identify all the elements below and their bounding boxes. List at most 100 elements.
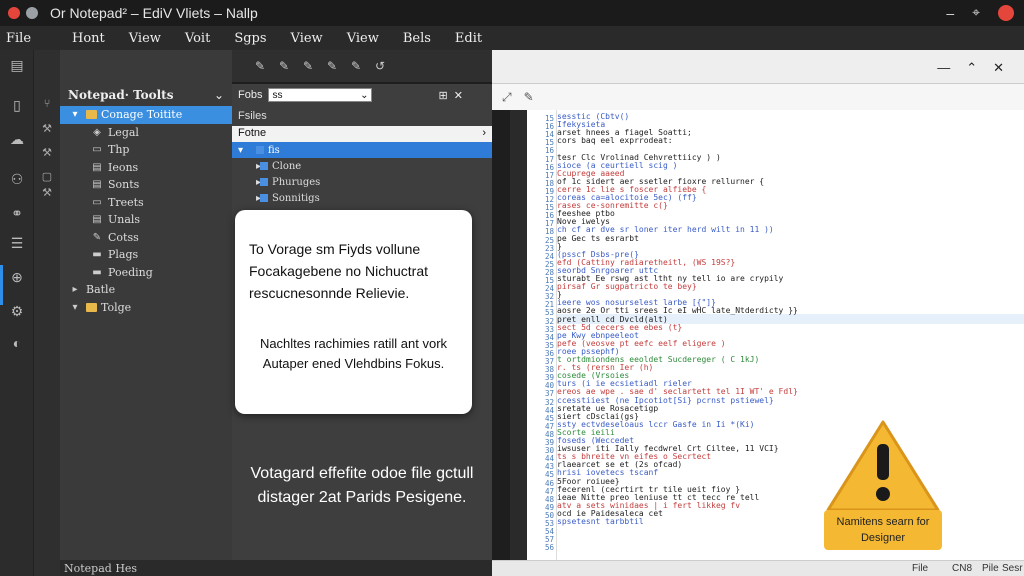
line-number: 56 [544, 543, 554, 553]
tree-item[interactable]: ▭ Thp [60, 141, 232, 159]
menu-item-edit[interactable]: Edit [443, 31, 494, 46]
file-tree: ▾ Conage Toitite ◈ Legal ▭ Thp ▤ Ieons ▤ Sonts ▭ Tr… [60, 106, 232, 316]
tree-item[interactable]: ▤ Unals [60, 211, 232, 229]
minimize-button[interactable]: – [946, 5, 954, 21]
menu-item-sgps[interactable]: Sgps [222, 31, 278, 46]
tree-item[interactable]: ▬ Plags [60, 246, 232, 264]
globe-icon[interactable]: ⊕ [8, 268, 26, 286]
status-item[interactable]: File [912, 563, 928, 574]
square-icon[interactable]: ▢ [40, 170, 54, 184]
editor-status-bar: File CN8 Pile Sesr [492, 560, 1024, 576]
tree-item[interactable]: ▬ Poeding [60, 264, 232, 282]
window-title: Or Notepad² – EdiV Vliets – Nallp [50, 5, 258, 21]
undo-icon[interactable]: ↺ [372, 58, 388, 74]
status-item[interactable]: CN8 [952, 563, 972, 574]
files-list-item[interactable]: ▸ Clone [232, 158, 492, 174]
pen-icon[interactable]: ✎ [324, 58, 340, 74]
editor-titlebar: — ⌃ ✕ [492, 50, 1024, 84]
grid-icon[interactable]: ⊞ [438, 89, 447, 102]
menu-item-file[interactable]: File [0, 31, 60, 46]
list-icon: ▤ [92, 161, 102, 173]
pen-icon[interactable]: ✎ [524, 90, 534, 104]
files-list-label: Clone [272, 160, 302, 172]
tool-column: ⑂ ⚒ ⚒ ▢ ⚒ [34, 50, 60, 576]
pen-icon[interactable]: ✎ [300, 58, 316, 74]
window-controls: – ⌖ [946, 4, 1014, 21]
menu-item-view[interactable]: View [279, 31, 335, 46]
connections-icon[interactable]: ⚇ [8, 170, 26, 188]
pen-icon[interactable]: ✎ [348, 58, 364, 74]
status-item[interactable]: Pile [982, 563, 999, 574]
chevron-right-icon: ▸ [256, 160, 262, 172]
menu-item-bels[interactable]: Bels [391, 31, 443, 46]
tree-item[interactable]: ▾ Tolge [60, 299, 232, 317]
files-list-item[interactable]: ▾ fis [232, 142, 492, 158]
tree-item[interactable]: ▸ Batle [60, 281, 232, 299]
cube-icon: ◈ [93, 126, 101, 138]
tree-item-label: Tolge [101, 300, 132, 314]
line-gutter: 15 16 14 15 16 17 16 17 18 19 12 15 16 17 18 25 23 24 25 28… [527, 110, 557, 560]
menu-item-hont[interactable]: Hont [60, 31, 117, 46]
tree-item[interactable]: ▤ Sonts [60, 176, 232, 194]
close-icon[interactable]: ✕ [454, 89, 463, 102]
menu-item-voit[interactable]: Voit [173, 31, 222, 46]
files-list-item[interactable]: ▸ Phuruges [232, 174, 492, 190]
editor-toolbar: ⤢ ✎ [492, 84, 1024, 110]
close-button[interactable] [998, 4, 1014, 21]
pen-icon: ✎ [92, 231, 102, 243]
path-bar[interactable]: Fotne › [232, 126, 492, 142]
maximize-button[interactable]: ⌖ [972, 4, 980, 21]
tree-item-label: Treets [108, 195, 144, 209]
tools-icon[interactable]: ⚒ [40, 186, 54, 200]
active-indicator [0, 265, 3, 305]
tree-item[interactable]: ▤ Ieons [60, 159, 232, 177]
folder-icon: ▬ [92, 249, 102, 261]
link-icon[interactable]: ⚭ [8, 204, 26, 222]
settings-icon[interactable]: ⚙ [8, 302, 26, 320]
code-line: pirsaf Gr sugpatricto te bey} [557, 282, 697, 292]
pen-icon[interactable]: ✎ [276, 58, 292, 74]
status-item[interactable]: Sesr [1002, 563, 1023, 574]
menu-item-view[interactable]: View [335, 31, 391, 46]
tree-item[interactable]: ▭ Treets [60, 194, 232, 212]
tree-item[interactable]: ▾ Conage Toitite [60, 106, 232, 124]
files-search-input[interactable]: ss ⌄ [268, 88, 373, 102]
dialog-line: Autaper ened Vlehdbins Fokus. [262, 356, 445, 371]
list-icon[interactable]: ☰ [8, 234, 26, 252]
chevron-right-icon: ▸ [72, 284, 78, 296]
chevron-down-icon: ⌄ [360, 89, 369, 101]
pen-icon[interactable]: ✎ [252, 58, 268, 74]
tree-item[interactable]: ◈ Legal [60, 124, 232, 142]
close-dot-icon[interactable] [8, 7, 20, 19]
minimize-button[interactable]: — [937, 60, 950, 76]
close-button[interactable]: ✕ [993, 60, 1004, 76]
page-icon: ▭ [92, 196, 102, 208]
cloud-icon[interactable]: ☁ [8, 130, 26, 148]
files-list: ▾ fis ▸ Clone ▸ Phuruges ▸ Sonnitigs [232, 142, 492, 206]
phone-icon[interactable]: ▯ [8, 96, 26, 114]
tools-icon[interactable]: ⚒ [40, 122, 54, 136]
folder-icon: ▬ [92, 266, 102, 278]
tree-item-label: Plags [108, 248, 139, 262]
tools-icon[interactable]: ⚒ [40, 146, 54, 160]
list-icon: ▤ [92, 179, 102, 191]
chevron-down-icon[interactable]: ⌄ [214, 88, 224, 102]
explorer-header: Notepad· Toolts ⌄ [60, 84, 232, 106]
files-list-item[interactable]: ▸ Sonnitigs [232, 190, 492, 206]
tree-item[interactable]: ✎ Cotss [60, 229, 232, 247]
tree-item-label: Poeding [108, 265, 153, 279]
info-dialog: To Vorage sm Fiyds vollune Focakagebene n… [235, 210, 472, 414]
chevron-down-icon: ▾ [72, 301, 78, 313]
notepad-icon[interactable]: ▤ [8, 56, 26, 74]
maximize-button[interactable]: ⌃ [966, 60, 977, 76]
chevron-right-icon: ▸ [256, 176, 262, 188]
page-icon: ▭ [92, 144, 102, 156]
refresh-dot-icon[interactable] [26, 7, 38, 19]
expand-icon[interactable]: ⤢ [502, 90, 512, 105]
fork-icon[interactable]: ⑂ [40, 98, 54, 112]
menu-item-view[interactable]: View [117, 31, 173, 46]
theme-icon[interactable]: ◐ [8, 334, 26, 352]
code-area[interactable]: sesstic (Cbtv() Ifekysieta arset hnees a… [557, 110, 1024, 560]
caption-line: Votagard effefite odoe file gctull [250, 465, 474, 482]
path-text: Fotne [238, 127, 267, 139]
